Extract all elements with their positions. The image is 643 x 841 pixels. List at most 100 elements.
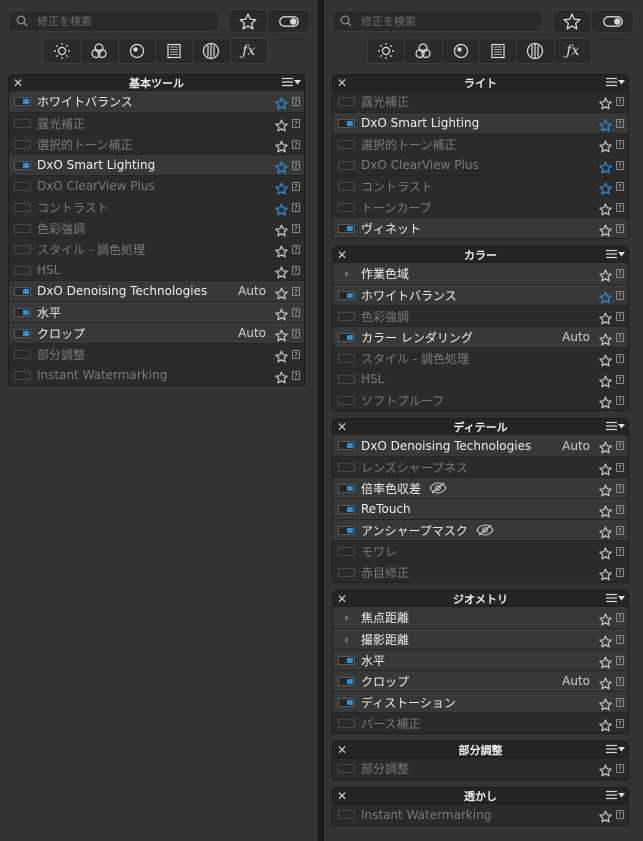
help-icon[interactable]: ? xyxy=(616,161,624,170)
help-icon[interactable]: ? xyxy=(292,308,300,317)
help-icon[interactable]: ? xyxy=(616,333,624,342)
star-icon[interactable] xyxy=(599,269,612,282)
tool-row[interactable]: DxO Smart Lighting? xyxy=(333,112,628,133)
star-filled-icon[interactable] xyxy=(599,119,612,132)
tab-effects[interactable]: ƒx xyxy=(555,39,591,63)
favorites-filter-button[interactable] xyxy=(228,9,268,33)
star-filled-icon[interactable] xyxy=(275,97,288,110)
tool-row[interactable]: トーンカーブ? xyxy=(333,196,628,217)
tool-enable-checkbox[interactable] xyxy=(338,353,355,363)
star-icon[interactable] xyxy=(599,764,612,777)
tool-enable-checkbox[interactable] xyxy=(14,223,31,233)
tool-enable-checkbox[interactable] xyxy=(338,655,355,665)
tool-enable-checkbox[interactable] xyxy=(338,395,355,405)
close-icon[interactable]: ✕ xyxy=(337,76,347,90)
tool-row[interactable]: ホワイトバランス? xyxy=(333,284,628,305)
star-icon[interactable] xyxy=(599,526,612,539)
tool-row[interactable]: Instant Watermarking? xyxy=(333,804,628,825)
help-icon[interactable]: ? xyxy=(616,635,624,644)
help-icon[interactable]: ? xyxy=(616,568,624,577)
group-header[interactable]: ✕ 基本ツール xyxy=(8,74,305,91)
help-icon[interactable]: ? xyxy=(616,182,624,191)
favorite-toggle[interactable] xyxy=(599,808,612,827)
tab-detail[interactable] xyxy=(119,39,156,63)
search-input[interactable]: 修正を検索 xyxy=(8,10,219,32)
star-icon[interactable] xyxy=(599,375,612,388)
help-icon[interactable]: ? xyxy=(616,677,624,686)
group-menu-button[interactable] xyxy=(606,790,625,800)
help-icon[interactable]: ? xyxy=(292,224,300,233)
tool-enable-checkbox[interactable] xyxy=(14,349,31,359)
tool-row[interactable]: 赤目修正? xyxy=(333,561,628,582)
tool-enable-checkbox[interactable] xyxy=(338,441,355,450)
tool-row[interactable]: クロップ Auto? xyxy=(9,322,304,343)
help-icon[interactable]: ? xyxy=(616,764,624,773)
favorites-filter-button[interactable] xyxy=(552,9,592,33)
tool-row[interactable]: 水平? xyxy=(333,649,628,670)
tool-enable-checkbox[interactable] xyxy=(14,118,31,128)
tool-row[interactable]: HSL? xyxy=(333,368,628,389)
star-icon[interactable] xyxy=(275,287,288,300)
tool-row[interactable]: 倍率色収差? xyxy=(333,477,628,498)
favorite-toggle[interactable] xyxy=(599,566,612,585)
star-icon[interactable] xyxy=(599,613,612,626)
star-icon[interactable] xyxy=(275,371,288,384)
tool-enable-checkbox[interactable] xyxy=(338,139,355,149)
star-filled-icon[interactable] xyxy=(599,182,612,195)
tool-row[interactable]: コントラスト? xyxy=(333,175,628,196)
star-icon[interactable] xyxy=(599,719,612,732)
tool-enable-checkbox[interactable] xyxy=(338,697,355,707)
star-icon[interactable] xyxy=(599,677,612,690)
help-icon[interactable]: ? xyxy=(616,375,624,384)
group-menu-button[interactable] xyxy=(606,593,625,603)
tool-enable-checkbox[interactable] xyxy=(338,332,355,342)
help-icon[interactable]: ? xyxy=(616,463,624,472)
tool-enable-checkbox[interactable] xyxy=(338,764,355,773)
eye-slash-icon[interactable] xyxy=(429,482,447,494)
star-icon[interactable] xyxy=(599,224,612,237)
help-icon[interactable]: ? xyxy=(616,354,624,363)
tool-enable-checkbox[interactable] xyxy=(338,462,355,472)
tool-enable-checkbox[interactable] xyxy=(338,160,355,170)
tool-enable-checkbox[interactable] xyxy=(338,567,355,577)
tool-row[interactable]: DxO Smart Lighting? xyxy=(9,154,304,175)
tool-row[interactable]: 露光補正? xyxy=(333,91,628,112)
help-icon[interactable]: ? xyxy=(616,269,624,278)
tool-row[interactable]: › 焦点距離? xyxy=(333,607,628,628)
group-menu-button[interactable] xyxy=(282,77,301,87)
tool-row[interactable]: クロップ Auto? xyxy=(333,670,628,691)
tool-enable-checkbox[interactable] xyxy=(14,370,31,380)
help-icon[interactable]: ? xyxy=(292,203,300,212)
help-icon[interactable]: ? xyxy=(292,266,300,275)
tab-local-adjustments[interactable] xyxy=(517,39,555,63)
star-filled-icon[interactable] xyxy=(599,161,612,174)
tab-geometry[interactable] xyxy=(156,39,194,63)
help-icon[interactable]: ? xyxy=(616,203,624,212)
help-icon[interactable]: ? xyxy=(616,613,624,622)
star-icon[interactable] xyxy=(599,635,612,648)
help-icon[interactable]: ? xyxy=(292,119,300,128)
star-icon[interactable] xyxy=(275,266,288,279)
star-icon[interactable] xyxy=(599,97,612,110)
star-filled-icon[interactable] xyxy=(275,161,288,174)
tool-enable-checkbox[interactable] xyxy=(338,374,355,384)
star-filled-icon[interactable] xyxy=(275,203,288,216)
tool-row[interactable]: スタイル - 調色処理? xyxy=(333,347,628,368)
active-tools-toggle[interactable] xyxy=(592,9,634,33)
tool-enable-checkbox[interactable] xyxy=(338,118,355,128)
star-icon[interactable] xyxy=(599,140,612,153)
favorite-toggle[interactable] xyxy=(599,762,612,781)
group-header[interactable]: ✕ ジオメトリ xyxy=(332,590,629,607)
tab-geometry[interactable] xyxy=(480,39,518,63)
tool-enable-checkbox[interactable] xyxy=(338,810,355,819)
tool-row[interactable]: › 撮影距離? xyxy=(333,628,628,649)
help-icon[interactable]: ? xyxy=(616,312,624,321)
active-tools-toggle[interactable] xyxy=(268,9,310,33)
help-icon[interactable]: ? xyxy=(292,287,300,296)
star-icon[interactable] xyxy=(599,312,612,325)
star-icon[interactable] xyxy=(275,140,288,153)
tool-row[interactable]: スタイル - 調色処理? xyxy=(9,238,304,259)
tool-row[interactable]: Instant Watermarking? xyxy=(9,364,304,385)
tool-row[interactable]: 水平? xyxy=(9,301,304,322)
tool-enable-checkbox[interactable] xyxy=(338,181,355,191)
